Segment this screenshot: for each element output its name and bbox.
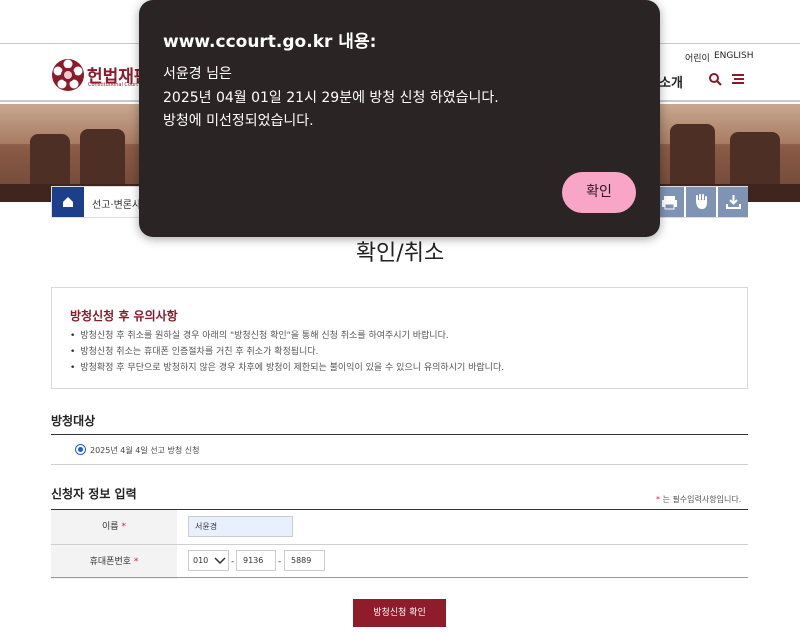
breadcrumb-home-button[interactable] [52, 187, 84, 217]
download-button[interactable] [717, 187, 748, 217]
divider [51, 434, 748, 435]
site-logo-subtitle: Constitutional Court o [88, 82, 143, 88]
phone-last-field[interactable]: 5889 [284, 550, 325, 571]
nav-item-about[interactable]: 소개 [659, 72, 683, 91]
applicant-section-title: 신청자 정보 입력 [51, 487, 137, 501]
dialog-ok-button[interactable]: 확인 [562, 172, 636, 213]
name-field[interactable]: 서윤경 [188, 516, 293, 537]
notice-item: 방청신청 후 취소를 원하실 경우 아래의 "방청신청 확인"을 통해 신청 취… [70, 328, 448, 341]
divider [51, 464, 748, 465]
home-icon [63, 197, 73, 207]
phone-label: 휴대폰번호 * [51, 545, 177, 579]
court-emblem-icon[interactable] [51, 58, 85, 92]
notice-item: 방청신청 취소는 휴대폰 인증절차를 거친 후 취소가 확정됩니다. [70, 344, 318, 357]
dialog-message-line: 2025년 04월 01일 21시 29분에 방청 신청 하였습니다. [163, 90, 499, 106]
phone-prefix-value: 010 [193, 556, 209, 565]
page-title: 확인/취소 [355, 241, 445, 266]
dialog-message-line: 방청에 미선정되었습니다. [163, 113, 314, 129]
target-radio[interactable] [75, 444, 86, 455]
dialog-title: www.ccourt.go.kr 내용: [163, 32, 377, 52]
phone-dash: - [231, 557, 235, 567]
util-link-kids[interactable]: 어린이 [685, 51, 710, 64]
dialog-message-line: 서윤경 님은 [163, 66, 232, 82]
phone-middle-field[interactable]: 9136 [236, 550, 276, 571]
divider [51, 577, 748, 578]
chevron-down-icon [214, 557, 226, 565]
menu-icon[interactable] [731, 72, 745, 86]
download-icon [726, 195, 741, 209]
notice-box: 방청신청 후 유의사항 방청신청 후 취소를 원하실 경우 아래의 "방청신청 … [51, 287, 748, 389]
notice-item: 방청확정 후 무단으로 방청하지 않은 경우 차후에 방청이 제한되는 불이익이… [70, 360, 504, 373]
required-note: * 는 필수입력사항입니다. [656, 495, 742, 504]
like-button[interactable] [685, 187, 716, 217]
hand-icon [696, 194, 707, 209]
util-link-english[interactable]: ENGLISH [714, 51, 754, 61]
phone-prefix-select[interactable]: 010 [188, 550, 229, 571]
phone-dash: - [278, 557, 282, 567]
submit-button[interactable]: 방청신청 확인 [353, 599, 446, 627]
alert-dialog: www.ccourt.go.kr 내용: 서윤경 님은 2025년 04월 01… [139, 0, 660, 237]
name-label: 이름 * [51, 510, 177, 544]
target-section-title: 방청대상 [51, 414, 96, 428]
search-icon[interactable] [708, 72, 722, 86]
target-radio-label[interactable]: 2025년 4월 4일 선고 방청 신청 [90, 445, 200, 456]
breadcrumb-current[interactable]: 선고·변론사 [92, 196, 141, 211]
page-root: 헌법재판 Constitutional Court o 어린이 ENGLISH … [0, 0, 800, 635]
notice-title: 방청신청 후 유의사항 [70, 309, 178, 323]
